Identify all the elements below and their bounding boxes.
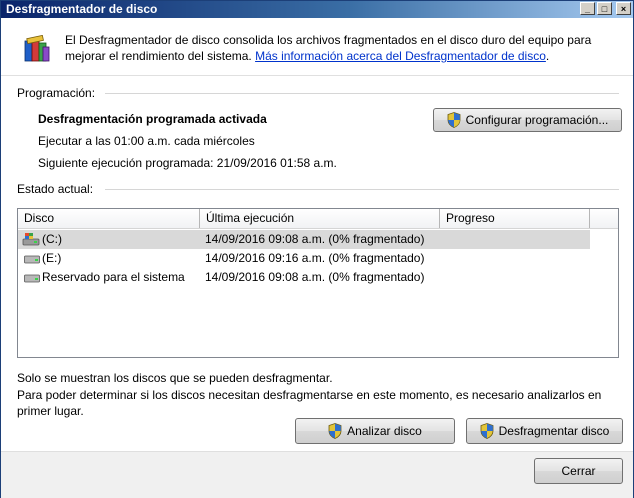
notes-defragmentable-only: Solo se muestran los discos que se puede… <box>17 371 333 385</box>
schedule-run-time: Ejecutar a las 01:00 a.m. cada miércoles <box>38 134 255 148</box>
title-bar[interactable]: Desfragmentador de disco _ □ × <box>1 1 633 18</box>
disk-name: Reservado para el sistema <box>42 270 185 284</box>
disk-name: (E:) <box>42 251 62 265</box>
close-window-button[interactable]: × <box>616 2 631 15</box>
intro-suffix: . <box>545 49 550 63</box>
drive-icon <box>24 274 40 283</box>
dialog-footer: Cerrar <box>1 451 633 498</box>
analyze-disk-label: Analizar disco <box>347 424 422 438</box>
current-state-section-label: Estado actual: <box>17 182 94 196</box>
disk-name: (C:) <box>42 232 62 246</box>
current-state-section-rule <box>105 189 619 190</box>
column-header-progress[interactable]: Progreso <box>440 209 590 228</box>
disk-last-run: 14/09/2016 09:08 a.m. (0% fragmentado) <box>205 270 425 284</box>
analyze-disk-button[interactable]: Analizar disco <box>295 418 455 444</box>
disk-last-run: 14/09/2016 09:16 a.m. (0% fragmentado) <box>205 251 425 265</box>
minimize-button[interactable]: _ <box>580 2 595 15</box>
intro-divider <box>1 75 633 76</box>
schedule-status: Desfragmentación programada activada <box>38 112 267 126</box>
disk-row-c[interactable]: (C:) 14/09/2016 09:08 a.m. (0% fragmenta… <box>18 230 590 249</box>
more-info-link[interactable]: Más información acerca del Desfragmentad… <box>255 49 546 63</box>
uac-shield-icon <box>328 423 342 439</box>
drive-icon <box>24 255 40 264</box>
schedule-section-label: Programación: <box>17 86 96 100</box>
disk-list-header: Disco Última ejecución Progreso <box>18 209 618 229</box>
window-title: Desfragmentador de disco <box>6 2 158 16</box>
defragmenter-app-icon <box>24 35 50 62</box>
disk-row-e[interactable]: (E:) 14/09/2016 09:16 a.m. (0% fragmenta… <box>18 249 590 268</box>
close-button-label: Cerrar <box>561 464 596 478</box>
schedule-section-rule <box>105 93 619 94</box>
notes-analyze-first: Para poder determinar si los discos nece… <box>17 388 602 418</box>
close-button[interactable]: Cerrar <box>534 458 623 484</box>
configure-schedule-label: Configurar programación... <box>465 113 609 127</box>
column-header-last-run[interactable]: Última ejecución <box>200 209 440 228</box>
defragment-disk-button[interactable]: Desfragmentar disco <box>466 418 623 444</box>
uac-shield-icon <box>447 112 461 128</box>
disk-row-reserved[interactable]: Reservado para el sistema 14/09/2016 09:… <box>18 268 590 287</box>
intro-text: El Desfragmentador de disco consolida lo… <box>65 32 605 64</box>
disk-last-run: 14/09/2016 09:08 a.m. (0% fragmentado) <box>205 232 425 246</box>
schedule-next-run: Siguiente ejecución programada: 21/09/20… <box>38 156 337 170</box>
maximize-button[interactable]: □ <box>597 2 612 15</box>
disk-list[interactable]: Disco Última ejecución Progreso (C:) 14/… <box>17 208 619 358</box>
defragment-disk-label: Desfragmentar disco <box>498 424 610 438</box>
column-header-disk[interactable]: Disco <box>18 209 200 228</box>
system-drive-icon <box>22 233 40 246</box>
defragmenter-window: Desfragmentador de disco _ □ × El Desfra… <box>0 0 634 498</box>
uac-shield-icon <box>480 423 494 439</box>
configure-schedule-button[interactable]: Configurar programación... <box>433 108 622 132</box>
